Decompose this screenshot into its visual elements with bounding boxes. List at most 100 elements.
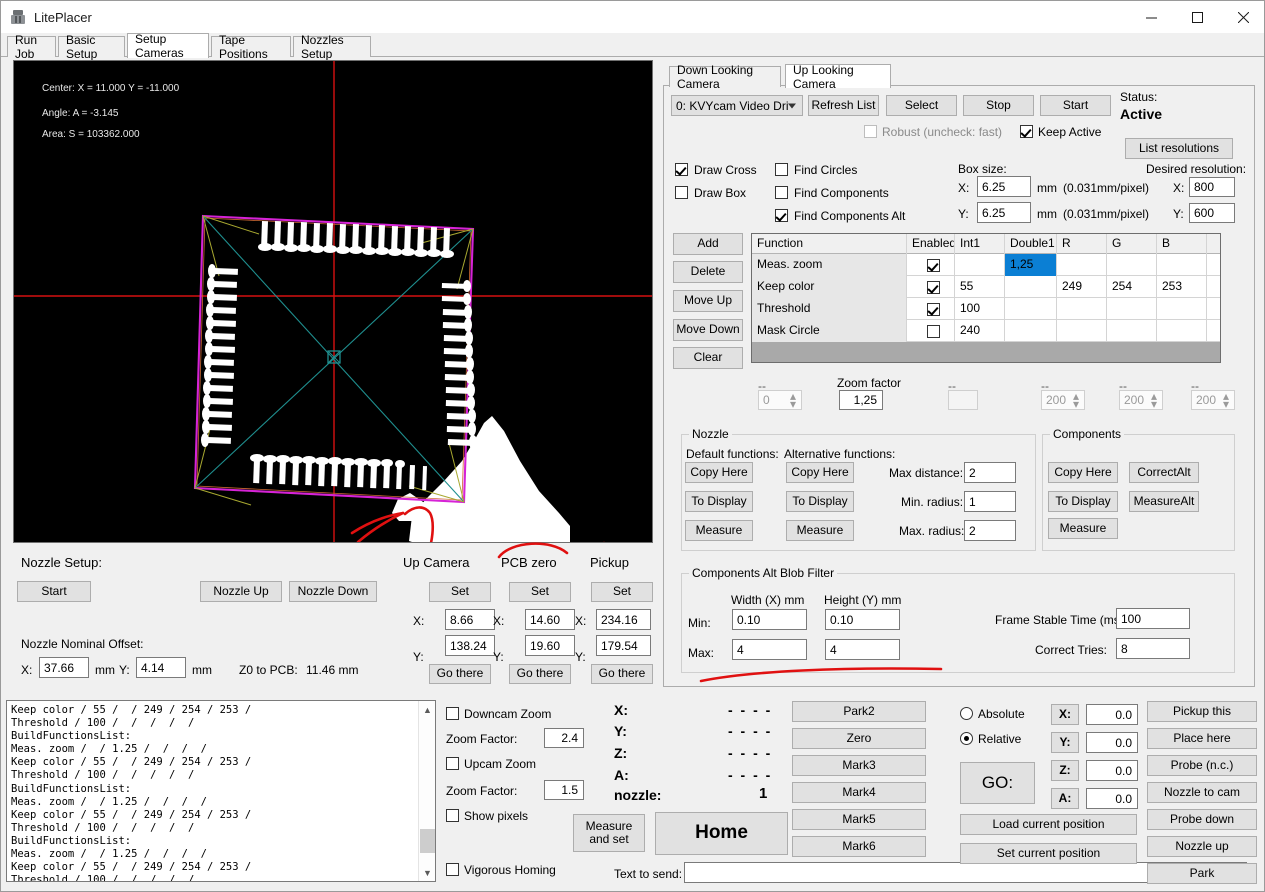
move-down-button[interactable]: Move Down [673,319,743,341]
go-a-input[interactable]: 0.0 [1086,788,1138,809]
table-row[interactable]: Meas. zoom 1,25 [752,254,1220,276]
vigorous-homing-checkbox[interactable] [446,863,459,876]
pickup-set-button[interactable]: Set [591,582,653,602]
cell-g[interactable] [1107,320,1157,342]
cell-int1[interactable] [955,254,1005,276]
refresh-list-button[interactable]: Refresh List [808,95,879,116]
param5-spinner[interactable]: 200 ▴ ▾ [1191,389,1235,411]
tab-run-job[interactable]: Run Job [7,33,56,61]
param3-spinner[interactable]: 200 ▴ ▾ [1041,389,1085,411]
log-console[interactable]: Keep color / 55 / / 249 / 254 / 253 / Th… [6,700,436,882]
pcb-zero-y-input[interactable]: 19.60 [525,635,575,656]
draw-cross-checkbox[interactable] [675,163,688,176]
delete-function-button[interactable]: Delete [673,261,743,283]
upcam-zoom-checkbox[interactable] [446,757,459,770]
cell-r[interactable] [1057,298,1107,320]
components-measure-button[interactable]: Measure [1048,518,1118,539]
cell-double1[interactable] [1005,276,1057,298]
mark4-button[interactable]: Mark4 [792,782,926,803]
tab-nozzles-setup[interactable]: Nozzles Setup [293,33,371,61]
stop-camera-button[interactable]: Stop [963,95,1034,116]
downcam-zoom-factor-input[interactable]: 2.4 [544,728,584,748]
cell-function[interactable]: Mask Circle [752,320,907,342]
components-correct-alt-button[interactable]: CorrectAlt [1129,462,1199,483]
relative-radio[interactable] [960,732,973,745]
components-copy-here-button[interactable]: Copy Here [1048,462,1118,483]
draw-box-checkbox[interactable] [675,186,688,199]
param1-spinner[interactable]: 0 ▴ ▾ [758,389,802,411]
mark6-button[interactable]: Mark6 [792,836,926,857]
go-x-input[interactable]: 0.0 [1086,704,1138,725]
function-grid[interactable]: Function Enabled Int1 Double1 R G B Meas… [751,233,1221,363]
go-y-input[interactable]: 0.0 [1086,732,1138,753]
scroll-down-icon[interactable]: ▼ [419,864,435,881]
find-components-checkbox[interactable] [775,186,788,199]
up-camera-x-input[interactable]: 8.66 [445,609,495,630]
frame-stable-time-input[interactable]: 100 [1116,608,1190,629]
spinner-down-icon[interactable]: ▾ [1069,397,1083,411]
nozzle-setup-start-button[interactable]: Start [17,581,91,602]
nozzle-alt-to-display-button[interactable]: To Display [786,491,854,512]
nozzle-up-button-2[interactable]: Nozzle up [1147,836,1257,857]
absolute-radio[interactable] [960,707,973,720]
probe-nc-button[interactable]: Probe (n.c.) [1147,755,1257,776]
set-current-position-button[interactable]: Set current position [960,843,1137,864]
cell-g[interactable]: 254 [1107,276,1157,298]
park2-button[interactable]: Park2 [792,701,926,722]
mark3-button[interactable]: Mark3 [792,755,926,776]
cell-int1[interactable]: 100 [955,298,1005,320]
up-camera-go-there-button[interactable]: Go there [429,664,491,684]
add-function-button[interactable]: Add [673,233,743,255]
tab-tape-positions[interactable]: Tape Positions [211,33,291,61]
blob-max-width-input[interactable]: 4 [732,639,807,660]
tab-up-looking-camera[interactable]: Up Looking Camera [785,63,891,91]
cell-enabled[interactable] [907,320,955,342]
table-row[interactable]: Mask Circle 240 [752,320,1220,342]
cell-double1[interactable]: 1,25 [1005,254,1057,276]
box-size-y-input[interactable]: 6.25 [977,202,1031,223]
upcam-zoom-factor-input[interactable]: 1.5 [544,780,584,800]
cell-b[interactable] [1157,320,1207,342]
cell-b[interactable] [1157,298,1207,320]
pickup-this-button[interactable]: Pickup this [1147,701,1257,722]
pcb-zero-go-there-button[interactable]: Go there [509,664,571,684]
park-button[interactable]: Park [1147,863,1257,884]
blob-min-height-input[interactable]: 0.10 [825,609,900,630]
cell-function[interactable]: Meas. zoom [752,254,907,276]
show-pixels-checkbox[interactable] [446,809,459,822]
spinner-down-icon[interactable]: ▾ [786,397,800,411]
select-camera-button[interactable]: Select [886,95,957,116]
nozzle-alt-copy-here-button[interactable]: Copy Here [786,462,854,483]
max-radius-input[interactable]: 2 [964,520,1016,541]
nozzle-default-measure-button[interactable]: Measure [685,520,753,541]
zoom-factor-input[interactable]: 1,25 [839,390,883,410]
find-circles-checkbox[interactable] [775,163,788,176]
nozzle-down-button[interactable]: Nozzle Down [289,581,377,602]
cell-enabled[interactable] [907,254,955,276]
resolution-y-input[interactable]: 600 [1189,203,1235,223]
cell-double1[interactable] [1005,320,1057,342]
param4-spinner[interactable]: 200 ▴ ▾ [1119,389,1163,411]
cell-b[interactable] [1157,254,1207,276]
cell-r[interactable] [1057,320,1107,342]
cell-r[interactable]: 249 [1057,276,1107,298]
start-camera-button[interactable]: Start [1040,95,1111,116]
tab-down-looking-camera[interactable]: Down Looking Camera [669,63,781,91]
components-to-display-button[interactable]: To Display [1048,491,1118,512]
blob-min-width-input[interactable]: 0.10 [732,609,807,630]
cell-int1[interactable]: 240 [955,320,1005,342]
camera-device-select[interactable]: 0: KVYcam Video Drive [671,95,803,116]
nozzle-to-cam-button[interactable]: Nozzle to cam [1147,782,1257,803]
downcam-zoom-checkbox[interactable] [446,707,459,720]
box-size-x-input[interactable]: 6.25 [977,176,1031,197]
pickup-y-input[interactable]: 179.54 [596,635,651,656]
max-distance-input[interactable]: 2 [964,462,1016,483]
camera-preview[interactable]: Center: X = 11.000 Y = -11.000 Angle: A … [13,60,653,543]
cell-g[interactable] [1107,298,1157,320]
cell-function[interactable]: Threshold [752,298,907,320]
probe-down-button[interactable]: Probe down [1147,809,1257,830]
nozzle-default-to-display-button[interactable]: To Display [685,491,753,512]
place-here-button[interactable]: Place here [1147,728,1257,749]
components-measure-alt-button[interactable]: MeasureAlt [1129,491,1199,512]
param2-spinner[interactable] [948,390,978,410]
